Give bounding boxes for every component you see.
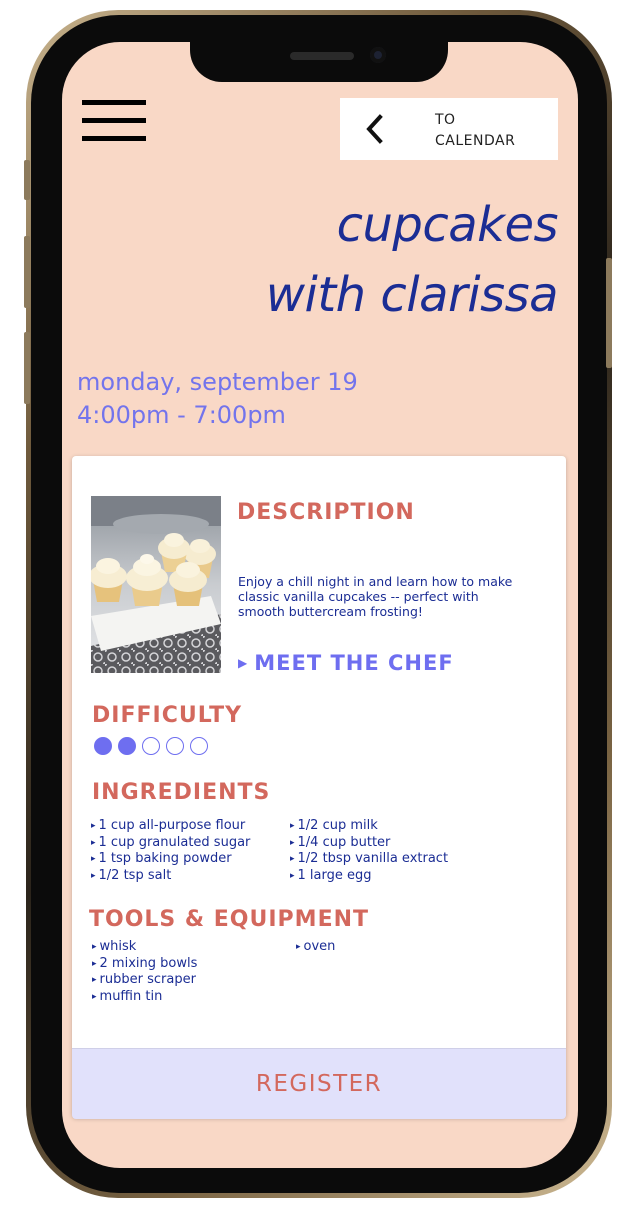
ingredients-heading: INGREDIENTS [92, 780, 271, 805]
phone-volume-down-button [24, 332, 30, 404]
ingredients-list-col1: 1 cup all-purpose flour1 cup granulated … [91, 818, 251, 885]
difficulty-rating [94, 737, 208, 757]
tools-list-col2: oven [296, 939, 336, 956]
ingredients-list-col2: 1/2 cup milk1/4 cup butter1/2 tbsp vanil… [290, 818, 449, 885]
event-title: cupcakes with clarissa [118, 190, 559, 330]
ingredient-item: 1/4 cup butter [290, 835, 448, 852]
difficulty-dot [190, 737, 208, 755]
back-label-line2: CALENDAR [435, 133, 516, 149]
ingredient-item: 1 cup all-purpose flour [91, 818, 250, 835]
ingredient-item: 1/2 cup milk [290, 818, 448, 835]
event-time: 4:00pm - 7:00pm [77, 401, 286, 429]
register-label: REGISTER [255, 1071, 383, 1097]
ingredient-item: 1/2 tsp salt [91, 868, 250, 885]
register-button[interactable]: REGISTER [72, 1048, 566, 1119]
caret-right-icon: ▶ [238, 656, 249, 670]
event-datetime: monday, september 19 4:00pm - 7:00pm [77, 366, 358, 432]
difficulty-heading: DIFFICULTY [92, 703, 243, 728]
event-date: monday, september 19 [77, 368, 358, 396]
ingredient-item: 1/2 tbsp vanilla extract [290, 851, 449, 868]
tool-item: muffin tin [92, 989, 197, 1006]
difficulty-dot [118, 737, 136, 755]
ingredient-item: 1 tsp baking powder [91, 851, 250, 868]
tools-list-col1: whisk2 mixing bowlsrubber scrapermuffin … [92, 939, 198, 1006]
description-text: Enjoy a chill night in and learn how to … [238, 574, 513, 619]
hamburger-menu-icon[interactable] [82, 100, 146, 144]
back-label-line1: TO [435, 112, 456, 128]
tool-item: 2 mixing bowls [92, 956, 198, 973]
tool-item: whisk [92, 939, 197, 956]
tool-item: oven [296, 939, 336, 956]
ingredient-item: 1 large egg [290, 868, 448, 885]
meet-the-chef-link[interactable]: ▶ MEET THE CHEF [238, 651, 454, 675]
event-title-line1: cupcakes [336, 197, 559, 253]
event-title-line2: with clarissa [265, 267, 559, 323]
phone-mute-switch [24, 160, 30, 200]
tool-item: rubber scraper [92, 972, 197, 989]
chevron-left-icon [366, 114, 383, 144]
description-heading: DESCRIPTION [237, 500, 415, 525]
difficulty-dot [166, 737, 184, 755]
phone-power-button [606, 258, 612, 368]
cupcakes-photo [91, 496, 221, 673]
difficulty-dot [94, 737, 112, 755]
meet-the-chef-label: MEET THE CHEF [254, 651, 454, 675]
phone-volume-up-button [24, 236, 30, 308]
difficulty-dot [142, 737, 160, 755]
front-camera [370, 47, 386, 63]
tools-heading: TOOLS & EQUIPMENT [89, 907, 370, 932]
ingredient-item: 1 cup granulated sugar [91, 835, 251, 852]
back-to-calendar-label: TO CALENDAR [435, 110, 545, 152]
phone-speaker [290, 52, 354, 60]
